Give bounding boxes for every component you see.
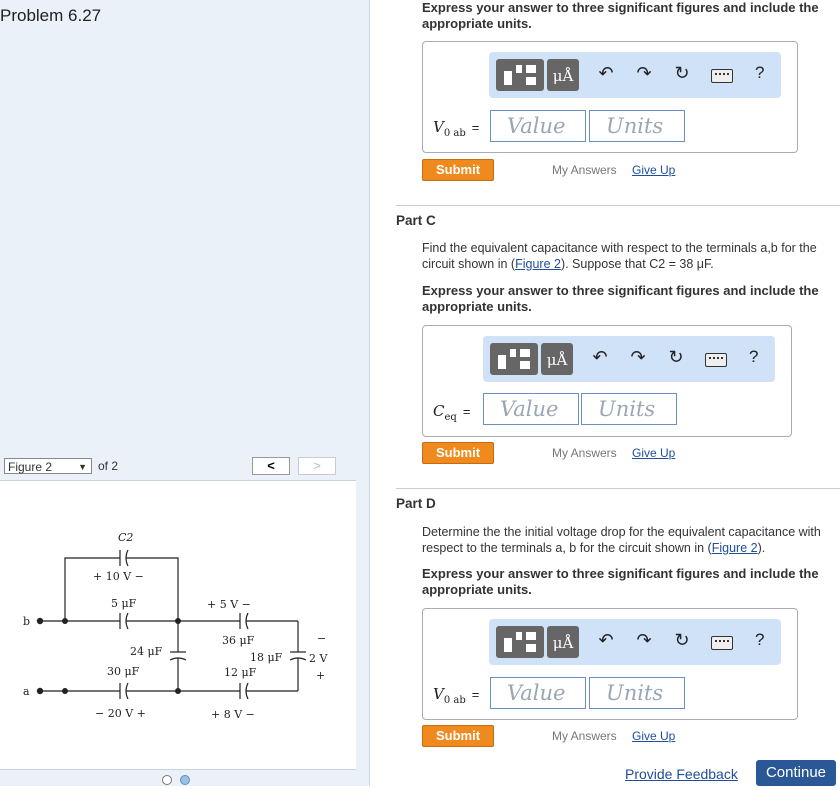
keyboard-icon[interactable]	[711, 636, 733, 650]
templates-icon[interactable]	[496, 626, 544, 658]
keyboard-icon[interactable]	[705, 353, 727, 367]
v2-minus: −	[317, 632, 326, 645]
part-c-instruction: Express your answer to three significant…	[422, 283, 819, 314]
c5-label: 5 μF	[111, 597, 137, 610]
problem-title: Problem 6.27	[0, 6, 102, 25]
units-icon[interactable]: μÅ	[541, 343, 573, 375]
part-c-my-answers[interactable]: My Answers	[552, 446, 617, 460]
right-panel: Express your answer to three significant…	[370, 0, 840, 786]
part-b-give-up-link[interactable]: Give Up	[632, 163, 675, 177]
part-b-my-answers[interactable]: My Answers	[552, 163, 617, 177]
continue-button[interactable]: Continue	[756, 760, 836, 786]
part-c-units-input[interactable]: Units	[581, 393, 677, 425]
part-c-value-input[interactable]: Value	[483, 393, 579, 425]
part-c-answer-box: μÅ ↶ ↷ ↻ ? Ceq = Value Units	[422, 325, 792, 437]
part-c-title: Part C	[396, 213, 436, 228]
part-d-question: Determine the the initial voltage drop f…	[422, 525, 821, 555]
redo-icon[interactable]: ↷	[633, 630, 655, 651]
undo-icon[interactable]: ↶	[595, 63, 617, 84]
part-d-my-answers[interactable]: My Answers	[552, 729, 617, 743]
figure-pager	[162, 772, 194, 790]
c2-label: C2	[118, 531, 133, 544]
part-d-toolbar: μÅ ↶ ↷ ↻ ?	[489, 619, 781, 665]
figure-pager-dot[interactable]	[162, 775, 172, 785]
part-c-question: Find the equivalent capacitance with res…	[422, 241, 817, 271]
v10-label: + 10 V −	[93, 570, 144, 583]
v8-label: + 8 V −	[211, 708, 255, 721]
provide-feedback-link[interactable]: Provide Feedback	[625, 766, 738, 782]
figure-nav-bar: Figure 2 ▼ of 2 < >	[0, 454, 356, 480]
left-panel: Problem 6.27 Figure 2 ▼ of 2 < > C2 + 10…	[0, 0, 370, 786]
part-d-give-up-link[interactable]: Give Up	[632, 729, 675, 743]
part-c-variable-label: Ceq =	[433, 402, 471, 423]
v20-label: − 20 V +	[95, 707, 146, 720]
undo-icon[interactable]: ↶	[595, 630, 617, 651]
part-b-variable-label: V0 ab =	[433, 118, 480, 139]
templates-icon[interactable]	[496, 59, 544, 91]
redo-icon[interactable]: ↷	[627, 347, 649, 368]
part-b-instruction: Express your answer to three significant…	[422, 0, 819, 31]
c24-label: 24 μF	[130, 645, 163, 658]
redo-icon[interactable]: ↷	[633, 63, 655, 84]
part-d-instruction: Express your answer to three significant…	[422, 566, 819, 597]
templates-icon[interactable]	[490, 343, 538, 375]
figure-pager-dot[interactable]	[180, 775, 191, 785]
part-b-submit-button[interactable]: Submit	[422, 159, 494, 181]
part-d-answer-box: μÅ ↶ ↷ ↻ ? V0 ab = Value Units	[422, 608, 798, 720]
node-a-label: a	[23, 685, 30, 698]
part-b-answer-box: μÅ ↶ ↷ ↻ ? V0 ab = Value Units	[422, 41, 798, 153]
figure-panel: C2 + 10 V − 5 μF 24 μF 30 μF − 20 V + + …	[0, 480, 356, 770]
part-d-submit-button[interactable]: Submit	[422, 725, 494, 747]
part-b-toolbar: μÅ ↶ ↷ ↻ ?	[489, 52, 781, 98]
reset-icon[interactable]: ↻	[671, 63, 693, 84]
part-c-give-up-link[interactable]: Give Up	[632, 446, 675, 460]
v2-plus: +	[316, 669, 325, 682]
section-divider	[396, 205, 840, 206]
c12-label: 12 μF	[224, 666, 257, 679]
undo-icon[interactable]: ↶	[589, 347, 611, 368]
next-figure-button[interactable]: >	[298, 457, 336, 475]
part-d-title: Part D	[396, 496, 436, 511]
part-c-figure-link[interactable]: Figure 2	[515, 257, 561, 271]
part-d-value-input[interactable]: Value	[490, 677, 586, 709]
c30-label: 30 μF	[107, 665, 140, 678]
part-d-variable-label: V0 ab =	[433, 685, 480, 706]
figure-select[interactable]: Figure 2 ▼	[4, 458, 92, 474]
reset-icon[interactable]: ↻	[671, 630, 693, 651]
c18-label: 18 μF	[250, 651, 283, 664]
part-b-value-input[interactable]: Value	[490, 110, 586, 142]
c36-label: 36 μF	[222, 634, 255, 647]
section-divider	[396, 488, 840, 489]
help-icon[interactable]: ?	[755, 630, 764, 650]
chevron-down-icon: ▼	[78, 462, 87, 472]
figure-select-value: Figure 2	[8, 460, 53, 474]
v5-label: + 5 V −	[207, 598, 251, 611]
keyboard-icon[interactable]	[711, 69, 733, 83]
reset-icon[interactable]: ↻	[665, 347, 687, 368]
units-icon[interactable]: μÅ	[547, 626, 579, 658]
v2-label: 2 V	[309, 652, 328, 665]
node-b-label: b	[23, 615, 30, 628]
part-c-toolbar: μÅ ↶ ↷ ↻ ?	[483, 336, 775, 382]
part-b-units-input[interactable]: Units	[589, 110, 685, 142]
part-d-units-input[interactable]: Units	[589, 677, 685, 709]
units-icon[interactable]: μÅ	[547, 59, 579, 91]
circuit-diagram: C2 + 10 V − 5 μF 24 μF 30 μF − 20 V + + …	[23, 531, 328, 721]
part-d-figure-link[interactable]: Figure 2	[712, 541, 758, 555]
help-icon[interactable]: ?	[755, 63, 764, 83]
help-icon[interactable]: ?	[749, 347, 758, 367]
part-c-submit-button[interactable]: Submit	[422, 442, 494, 464]
previous-figure-button[interactable]: <	[252, 457, 290, 475]
figure-count: of 2	[98, 459, 119, 473]
